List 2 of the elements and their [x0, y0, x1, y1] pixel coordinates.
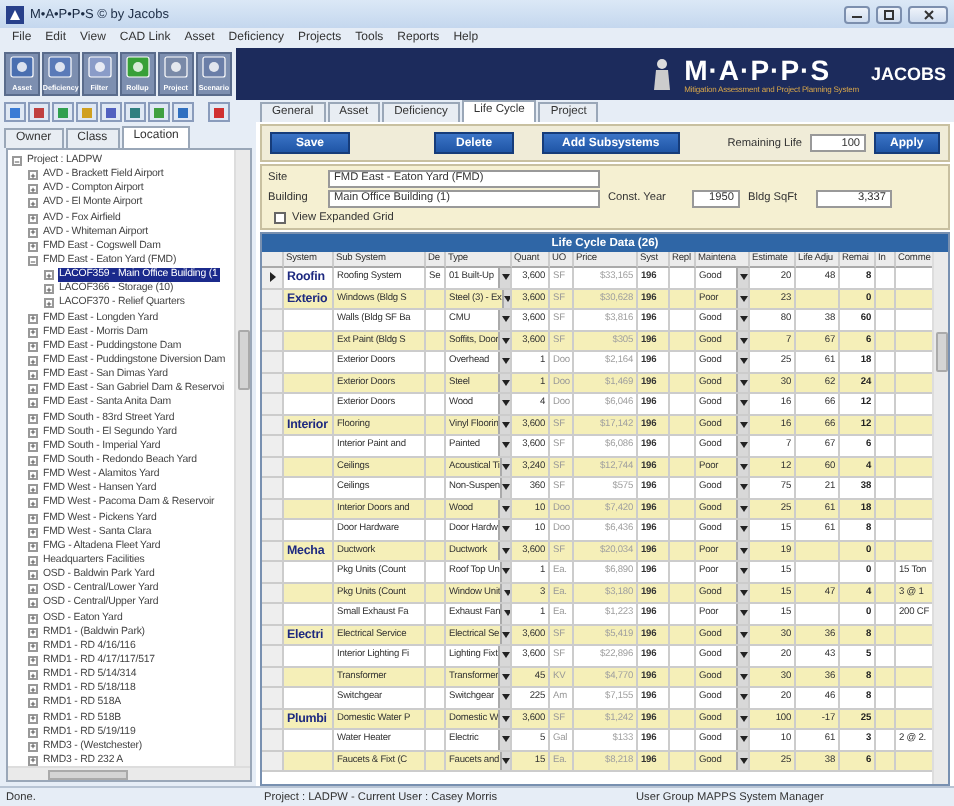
logo: M·A·P·P·S — [684, 55, 831, 83]
company-name: JACOBS — [870, 64, 946, 84]
